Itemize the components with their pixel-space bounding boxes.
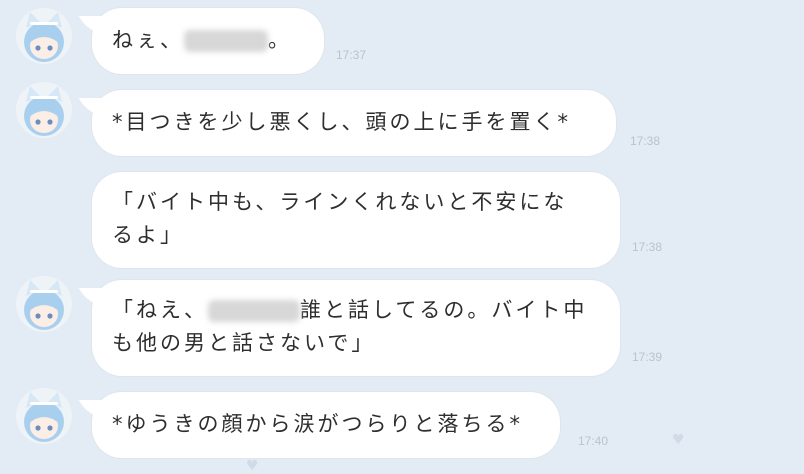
avatar[interactable] — [16, 8, 72, 64]
message-text-line: 「バイト中も、ラインくれないと不安にな — [112, 190, 568, 214]
message-bubble[interactable]: *目つきを少し悪くし、頭の上に手を置く* — [92, 90, 616, 156]
message-timestamp: 17:39 — [632, 350, 663, 364]
redacted-name — [184, 30, 268, 52]
avatar[interactable] — [16, 276, 72, 332]
message-timestamp: 17:38 — [630, 134, 661, 148]
message-timestamp: 17:38 — [632, 240, 663, 254]
message-bubble[interactable]: *ゆうきの顔から涙がつらりと落ちる* — [92, 392, 560, 458]
message-text: 。 — [268, 28, 292, 52]
message-text-line: も他の男と話さないで」 — [112, 331, 376, 355]
avatar[interactable] — [16, 388, 72, 444]
message-text: *目つきを少し悪くし、頭の上に手を置く* — [112, 110, 571, 134]
message-timestamp: 17:40 — [578, 434, 609, 448]
message-text-line: るよ」 — [112, 223, 184, 247]
background-heart-icon: ♥ — [246, 458, 259, 474]
message-bubble[interactable]: ねぇ、 。 — [92, 8, 324, 74]
avatar[interactable] — [16, 82, 72, 138]
message-text: 誰と話してるの。バイト中 — [300, 298, 588, 322]
redacted-name — [208, 300, 300, 322]
message-timestamp: 17:37 — [336, 48, 367, 62]
message-bubble[interactable]: 「ねえ、 誰と話してるの。バイト中 も他の男と話さないで」 — [92, 280, 620, 376]
message-text: *ゆうきの顔から涙がつらりと落ちる* — [112, 412, 523, 436]
message-text: ねぇ、 — [112, 28, 184, 52]
message-bubble[interactable]: 「バイト中も、ラインくれないと不安にな るよ」 — [92, 172, 620, 268]
background-heart-icon: ♥ — [672, 432, 685, 448]
message-text: 「ねえ、 — [112, 298, 208, 322]
